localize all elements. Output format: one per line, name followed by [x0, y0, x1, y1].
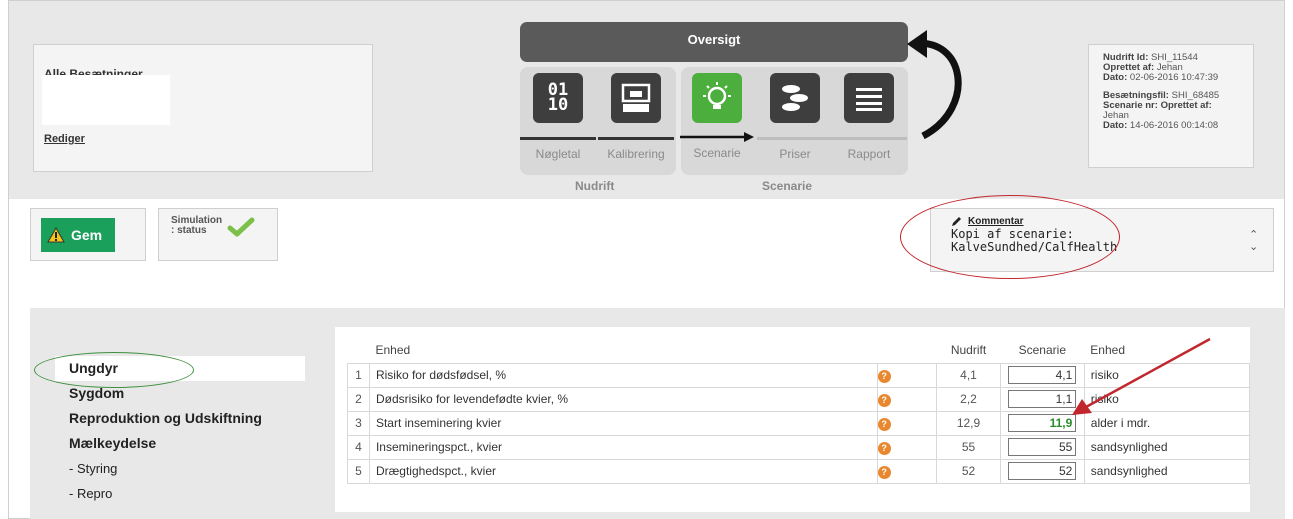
help-icon[interactable]: ? [877, 393, 891, 407]
tool-label: Priser [779, 147, 811, 161]
herd-panel: Alle Besætninger Rediger [33, 44, 373, 172]
annotation-circle [900, 195, 1120, 279]
tool-noegletal[interactable]: 01 10 Nøgletal [519, 73, 597, 161]
column-header-unit: Enhed [375, 342, 411, 357]
table-row: 4 Insemineringspct., kvier ? 55 55 sands… [347, 434, 1251, 460]
row-number: 5 [347, 458, 370, 484]
return-arrow-icon [907, 30, 962, 140]
info-label: Dato: [1103, 120, 1128, 131]
nudrift-value: 12,9 [936, 410, 1001, 436]
sidebar-item-reproduktion[interactable]: Reproduktion og Udskiftning [55, 406, 305, 431]
calibration-icon [611, 73, 661, 123]
tool-label: Rapport [847, 147, 891, 161]
simulation-panel: Simulation : status [158, 208, 278, 261]
unit-label: sandsynlighed [1083, 434, 1251, 460]
scenario-date: 14-06-2016 00:14:08 [1129, 120, 1219, 131]
tool-label: Kalibrering [607, 147, 665, 161]
created-date: 02-06-2016 10:47:39 [1129, 72, 1219, 83]
parameter-name: Insemineringspct., kvier [368, 434, 878, 460]
simulation-status-label: Simulation : status [171, 215, 223, 236]
group-label-nudrift: Nudrift [575, 179, 615, 193]
tool-label: Scenarie [693, 146, 741, 160]
tool-scenarie[interactable]: Scenarie [678, 73, 756, 160]
tool-rapport[interactable]: Rapport [830, 73, 908, 161]
help-icon[interactable]: ? [877, 441, 891, 455]
sidebar-item-repro[interactable]: - Repro [55, 481, 305, 506]
info-panel: Nudrift Id: SHI_11544 Oprettet af: Jehan… [1088, 44, 1254, 168]
table-row: 5 Drægtighedspct., kvier ? 52 52 sandsyn… [347, 458, 1251, 484]
edit-link[interactable]: Rediger [44, 133, 85, 145]
overview-button[interactable]: Oversigt [520, 22, 908, 62]
sidebar-item-maelkeydelse[interactable]: Mælkeydelse [55, 431, 305, 456]
nudrift-value: 4,1 [936, 362, 1001, 388]
scenario-input[interactable]: 55 [1008, 438, 1077, 456]
warning-icon [47, 227, 65, 243]
save-panel: Gem [30, 208, 146, 261]
nudrift-value: 55 [936, 434, 1001, 460]
scenario-input[interactable]: 52 [1008, 462, 1077, 480]
save-button[interactable]: Gem [41, 218, 115, 252]
coins-icon [770, 73, 820, 123]
tool-kalibrering[interactable]: Kalibrering [597, 73, 675, 161]
info-label: Dato: [1103, 72, 1128, 83]
unit-label: sandsynlighed [1083, 458, 1251, 484]
annotation-arrow-icon [1072, 337, 1211, 415]
parameter-name: Risiko for dødsfødsel, % [368, 362, 878, 388]
lightbulb-icon [692, 73, 742, 123]
group-label-scenarie: Scenarie [762, 179, 813, 193]
row-number: 2 [347, 386, 370, 412]
checkmark-icon [227, 217, 255, 237]
save-label: Gem [71, 227, 103, 243]
parameter-name: Start inseminering kvier [368, 410, 878, 436]
list-icon [844, 73, 894, 123]
nudrift-value: 52 [936, 458, 1001, 484]
help-icon[interactable]: ? [877, 369, 891, 383]
herd-value-area [42, 75, 170, 125]
active-arrow-icon [680, 132, 754, 142]
row-number: 4 [347, 434, 370, 460]
parameter-name: Drægtighedspct., kvier [368, 458, 878, 484]
column-header-nudrift: Nudrift [950, 342, 987, 357]
binary-icon: 01 10 [533, 73, 583, 123]
sidebar-item-styring[interactable]: - Styring [55, 456, 305, 481]
chevron-updown-icon[interactable]: ⌃ ⌄ [1249, 229, 1258, 253]
annotation-circle [34, 352, 194, 388]
tool-priser[interactable]: Priser [756, 73, 834, 161]
help-icon[interactable]: ? [877, 417, 891, 431]
row-number: 1 [347, 362, 370, 388]
nudrift-value: 2,2 [936, 386, 1001, 412]
help-icon[interactable]: ? [877, 465, 891, 479]
row-number: 3 [347, 410, 370, 436]
tool-label: Nøgletal [535, 147, 581, 161]
info-label: Oprettet af: [1160, 100, 1212, 111]
parameter-name: Dødsrisiko for levendefødte kvier, % [368, 386, 878, 412]
